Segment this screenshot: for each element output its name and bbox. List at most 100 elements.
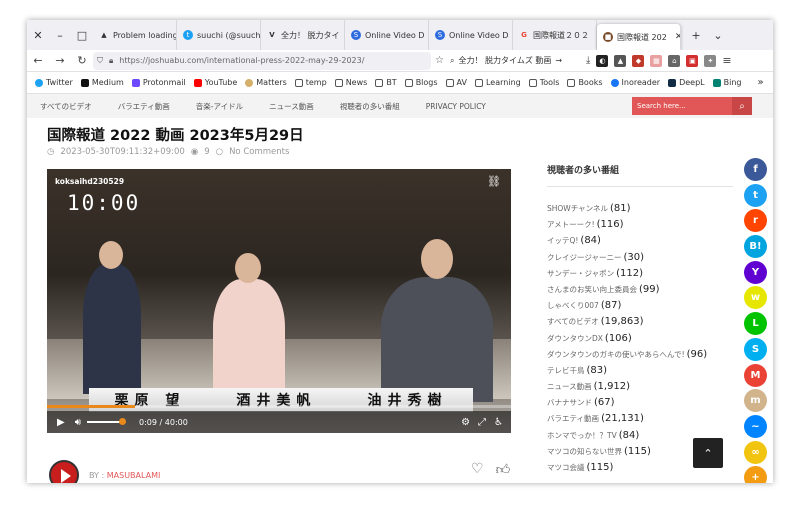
- menu-privacy-policy[interactable]: PRIVACY POLICY: [413, 102, 499, 111]
- more-icon[interactable]: +: [744, 466, 767, 483]
- close-window-icon[interactable]: ✕: [27, 29, 49, 42]
- thumbs-up-icon[interactable]: 👍︎: [496, 461, 511, 478]
- reload-icon[interactable]: ↻: [71, 54, 93, 67]
- bookmark-folder-learning[interactable]: Learning: [474, 78, 521, 87]
- copy-link-icon[interactable]: ∞: [744, 440, 767, 464]
- sidebar-item[interactable]: SHOWチャンネル (81): [547, 203, 747, 219]
- line-icon[interactable]: L: [744, 312, 767, 336]
- new-tab-icon[interactable]: +: [685, 29, 707, 42]
- close-tab-icon[interactable]: ✕: [675, 32, 680, 42]
- sidebar-item-label[interactable]: テレビ千鳥: [547, 366, 585, 375]
- reddit-icon[interactable]: r: [744, 209, 767, 233]
- download-icon[interactable]: ⤓: [586, 55, 590, 66]
- extension-5-icon[interactable]: ⌂: [668, 54, 681, 67]
- site-search-button[interactable]: ⌕: [732, 97, 752, 115]
- extension-2-icon[interactable]: ▲: [614, 54, 627, 67]
- menu-popular[interactable]: 視聴者の多い番組: [327, 101, 413, 112]
- sidebar-item-label[interactable]: すべてのビデオ: [547, 317, 599, 326]
- sidebar-item[interactable]: ダウンタウンのガキの使いやあらへんで! (96): [547, 349, 747, 365]
- bookmark-protonmail[interactable]: Protonmail: [131, 78, 186, 87]
- volume-icon[interactable]: 🔊︎: [75, 417, 81, 428]
- sidebar-item-label[interactable]: アメトーーク!: [547, 220, 595, 229]
- sidebar-item-label[interactable]: さんまのお笑い向上委員会: [547, 285, 637, 294]
- sidebar-item[interactable]: イッテQ! (84): [547, 235, 747, 251]
- tab-problem-loading[interactable]: ▲ Problem loading: [93, 20, 177, 50]
- more-bookmarks-icon[interactable]: »: [757, 77, 763, 88]
- bookmark-bing[interactable]: Bing: [712, 78, 741, 87]
- sidebar-item-label[interactable]: イッテQ!: [547, 236, 578, 245]
- bookmark-star-icon[interactable]: ☆: [435, 55, 444, 66]
- volume-slider[interactable]: [87, 418, 127, 425]
- tab-google-search[interactable]: G 国際報道２０２: [513, 20, 597, 50]
- sidebar-item-label[interactable]: ホンマでっか！？TV: [547, 431, 617, 440]
- bookmark-twitter[interactable]: Twitter: [35, 78, 73, 87]
- sidebar-item[interactable]: バナナサンド (67): [547, 397, 747, 413]
- address-bar[interactable]: ⛉ 🔒︎ https://joshuabu.com/international-…: [93, 51, 431, 70]
- sidebar-item[interactable]: ダウンタウンDX (106): [547, 333, 747, 349]
- sidebar-item[interactable]: テレビ千鳥 (83): [547, 365, 747, 381]
- author-avatar[interactable]: [49, 460, 79, 483]
- bookmark-folder-books[interactable]: Books: [567, 78, 603, 87]
- bookmark-folder-tools[interactable]: Tools: [528, 78, 559, 87]
- bookmark-folder-temp[interactable]: temp: [294, 78, 327, 87]
- heart-icon[interactable]: ♡: [471, 461, 484, 478]
- sidebar-item[interactable]: ニュース動画 (1,912): [547, 381, 747, 397]
- sidebar-item-label[interactable]: クレイジージャーニー: [547, 253, 621, 262]
- sidebar-item-label[interactable]: バラエティ動画: [547, 414, 599, 423]
- back-icon[interactable]: ←: [27, 54, 49, 67]
- comments-link[interactable]: No Comments: [229, 147, 289, 157]
- bookmark-deepl[interactable]: DeepL: [668, 78, 705, 87]
- extension-6-icon[interactable]: ▣: [686, 54, 699, 67]
- sidebar-item[interactable]: すべてのビデオ (19,863): [547, 316, 747, 332]
- bookmark-folder-news[interactable]: News: [334, 78, 367, 87]
- extensions-icon[interactable]: ✦: [704, 54, 717, 67]
- sidebar-item[interactable]: クレイジージャーニー (30): [547, 252, 747, 268]
- bookmark-folder-bt[interactable]: BT: [375, 78, 397, 87]
- author-link[interactable]: MASUBALAMI: [107, 471, 161, 480]
- gmail-icon[interactable]: M: [744, 363, 767, 387]
- menu-all-videos[interactable]: すべてのビデオ: [27, 101, 105, 112]
- sidebar-item-label[interactable]: SHOWチャンネル: [547, 204, 608, 213]
- skype-icon[interactable]: S: [744, 337, 767, 361]
- sidebar-item[interactable]: さんまのお笑い向上委員会 (99): [547, 284, 747, 300]
- forward-icon[interactable]: →: [49, 54, 71, 67]
- sidebar-item[interactable]: サンデー・ジャポン (112): [547, 268, 747, 284]
- tab-zenryoku[interactable]: V 全力！ 脱力タイ: [261, 20, 345, 50]
- bookmark-folder-blogs[interactable]: Blogs: [404, 78, 438, 87]
- go-arrow-icon[interactable]: →: [555, 56, 562, 65]
- back-to-top-button[interactable]: ⌃: [693, 438, 723, 468]
- sidebar-item-label[interactable]: しゃべくり007: [547, 301, 599, 310]
- tab-twitter[interactable]: t suuchi (@suuchi: [177, 20, 261, 50]
- sidebar-item-label[interactable]: バナナサンド: [547, 398, 592, 407]
- extension-1-icon[interactable]: ◐: [596, 54, 609, 67]
- yahoo-icon[interactable]: Y: [744, 260, 767, 284]
- minimize-window-icon[interactable]: –: [49, 29, 71, 42]
- sidebar-item-label[interactable]: ダウンタウンのガキの使いやあらへんで!: [547, 350, 685, 359]
- video-player[interactable]: koksaihd230529 10:00 ⛓ 栗原 望 酒井美帆 油井秀樹 ▶ …: [47, 169, 511, 433]
- sidebar-item[interactable]: しゃべくり007 (87): [547, 300, 747, 316]
- menu-icon[interactable]: ≡: [722, 54, 731, 67]
- twitter-icon[interactable]: t: [744, 183, 767, 207]
- tab-active[interactable]: ■国際報道 202✕: [597, 24, 681, 50]
- site-search-input[interactable]: Search here...: [632, 97, 732, 115]
- sidebar-item[interactable]: アメトーーク! (116): [547, 219, 747, 235]
- hatena-icon[interactable]: B!: [744, 235, 767, 259]
- bookmark-inoreader[interactable]: Inoreader: [610, 78, 660, 87]
- facebook-icon[interactable]: f: [744, 158, 767, 181]
- menu-variety[interactable]: バラエティ動画: [105, 101, 183, 112]
- weibo-icon[interactable]: w: [744, 286, 767, 310]
- restore-window-icon[interactable]: □: [71, 29, 93, 42]
- sidebar-item[interactable]: バラエティ動画 (21,131): [547, 413, 747, 429]
- sidebar-item-label[interactable]: ニュース動画: [547, 382, 592, 391]
- bookmark-matters[interactable]: Matters: [245, 78, 287, 87]
- bookmark-medium[interactable]: Medium: [80, 78, 124, 87]
- extension-4-icon[interactable]: ▦: [650, 54, 663, 67]
- sidebar-item-label[interactable]: マツコの知らない世界: [547, 447, 622, 456]
- chevron-down-icon[interactable]: ⌄: [707, 29, 729, 42]
- search-bar[interactable]: ⌕ 全力！ 脱力タイムズ 動画 →: [450, 52, 580, 70]
- tab-online-video-1[interactable]: S Online Video D: [345, 20, 429, 50]
- link-icon[interactable]: ⛓: [487, 175, 501, 188]
- sidebar-item-label[interactable]: ダウンタウンDX: [547, 334, 603, 343]
- messenger-icon[interactable]: ~: [744, 414, 767, 438]
- accessibility-icon[interactable]: ♿︎: [494, 417, 503, 428]
